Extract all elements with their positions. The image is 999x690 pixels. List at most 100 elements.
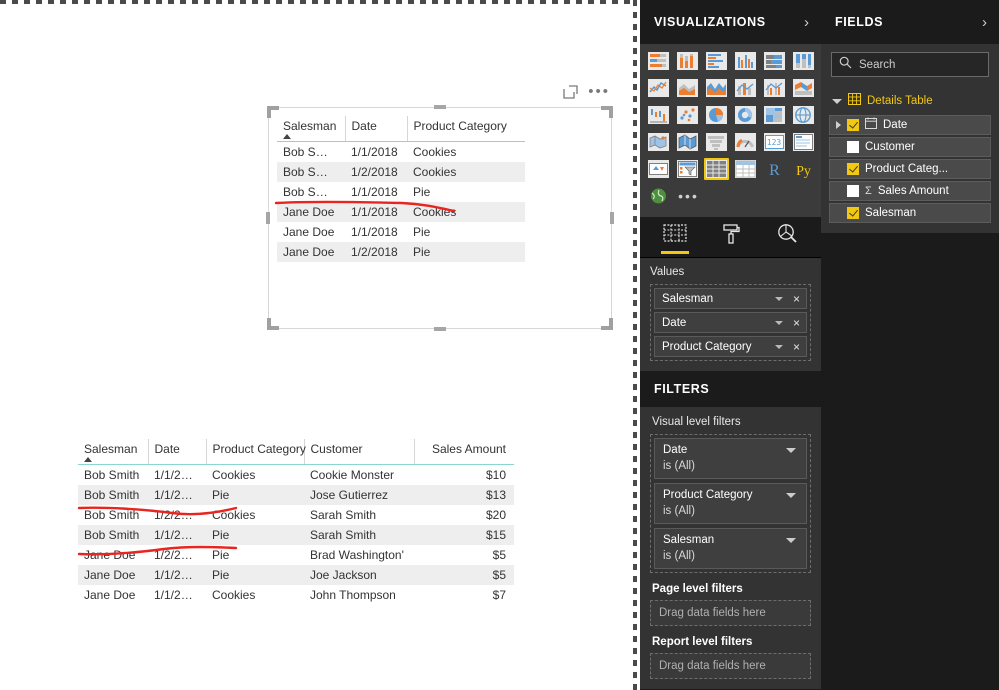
pie-chart-icon[interactable] [704, 104, 729, 126]
field-checkbox[interactable] [847, 141, 859, 153]
line-and-clustered-column-chart-icon[interactable] [762, 77, 787, 99]
scatter-chart-icon[interactable] [675, 104, 700, 126]
focus-mode-icon[interactable] [563, 85, 578, 99]
column-header-product-category[interactable]: Product Category [407, 116, 525, 142]
field-checkbox[interactable] [847, 119, 859, 131]
hundred-percent-stacked-column-chart-icon[interactable] [791, 50, 816, 72]
resize-handle-bottom[interactable] [434, 327, 446, 331]
stacked-column-chart-icon[interactable] [675, 50, 700, 72]
chevron-down-icon[interactable] [832, 98, 842, 104]
more-options-icon[interactable]: ••• [588, 84, 610, 99]
values-chip-date[interactable]: Date × [654, 312, 807, 333]
column-header-product-category[interactable]: Product Category [206, 439, 306, 465]
table-row[interactable]: Bob Smith 1/2/2018 Cookies Sarah Smith $20 [78, 505, 514, 525]
table-visual[interactable]: ••• Salesman Date Product Category Bob Smi… [266, 84, 614, 331]
format-tab[interactable] [714, 221, 748, 253]
field-row-customer[interactable]: Customer [829, 137, 991, 157]
remove-field-icon[interactable]: × [792, 317, 801, 329]
python-visual-icon[interactable]: Py [791, 158, 816, 180]
table-row[interactable]: Bob Smith 1/1/2018 Cookies [277, 142, 525, 163]
fields-search-box[interactable]: Search [831, 52, 989, 77]
stacked-bar-chart-icon[interactable] [646, 50, 671, 72]
table-row[interactable]: Bob Smith 1/1/2018 Pie Jose Gutierrez $13 [78, 485, 514, 505]
visual-level-filters-group[interactable]: Date is (All) Product Category is (All) Sale… [650, 434, 811, 573]
line-chart-icon[interactable] [646, 77, 671, 99]
detail-table-container[interactable]: Salesman Date Product Category Customer Sale… [78, 439, 514, 605]
column-header-date[interactable]: Date [345, 116, 408, 142]
chevron-down-icon[interactable] [786, 492, 796, 498]
slicer-icon[interactable] [675, 158, 700, 180]
chevron-down-icon[interactable] [786, 537, 796, 543]
chevron-right-icon[interactable]: › [804, 15, 809, 30]
arcgis-maps-icon[interactable] [646, 185, 671, 207]
shape-map-icon[interactable] [675, 131, 700, 153]
field-checkbox[interactable] [847, 207, 859, 219]
search-input[interactable]: Search [859, 59, 895, 71]
ribbon-chart-icon[interactable] [791, 77, 816, 99]
chevron-down-icon[interactable] [786, 447, 796, 453]
field-checkbox[interactable] [847, 185, 859, 197]
resize-handle-bottom-right[interactable] [601, 318, 613, 330]
detail-data-table[interactable]: Salesman Date Product Category Customer Sale… [78, 439, 514, 605]
column-header-date[interactable]: Date [148, 439, 207, 465]
table-row[interactable]: Bob Smith 1/2/2018 Cookies [277, 162, 525, 182]
chevron-right-icon[interactable]: › [982, 15, 987, 30]
stacked-area-chart-icon[interactable] [704, 77, 729, 99]
donut-chart-icon[interactable] [733, 104, 758, 126]
fields-table-node[interactable]: Details Table [829, 89, 991, 115]
values-chip-salesman[interactable]: Salesman × [654, 288, 807, 309]
resize-handle-top[interactable] [434, 105, 446, 109]
table-row[interactable]: Bob Smith 1/1/2018 Cookies Cookie Monster $1… [78, 465, 514, 486]
resize-handle-left[interactable] [266, 212, 270, 224]
chevron-down-icon[interactable] [775, 344, 783, 349]
clustered-bar-chart-icon[interactable] [704, 50, 729, 72]
treemap-icon[interactable] [762, 104, 787, 126]
table-row[interactable]: Jane Doe 1/1/2018 Cookies [277, 202, 525, 222]
line-and-stacked-column-chart-icon[interactable] [733, 77, 758, 99]
table-row[interactable]: Jane Doe 1/1/2018 Pie Joe Jackson $5 [78, 565, 514, 585]
resize-handle-bottom-left[interactable] [267, 318, 279, 330]
filled-map-icon[interactable] [646, 131, 671, 153]
field-row-product-categ[interactable]: Product Categ... [829, 159, 991, 179]
table-row[interactable]: Jane Doe 1/1/2018 Cookies John Thompson $7 [78, 585, 514, 605]
filter-card-date[interactable]: Date is (All) [654, 438, 807, 479]
values-chip-product-category[interactable]: Product Category × [654, 336, 807, 357]
more-visuals-icon[interactable]: ••• [675, 185, 702, 207]
remove-field-icon[interactable]: × [792, 341, 801, 353]
map-icon[interactable] [791, 104, 816, 126]
column-header-customer[interactable]: Customer [304, 439, 415, 465]
kpi-icon[interactable] [646, 158, 671, 180]
table-icon[interactable] [704, 158, 729, 180]
analytics-tab[interactable] [770, 221, 804, 253]
column-header-salesman[interactable]: Salesman [277, 116, 346, 142]
filter-card-salesman[interactable]: Salesman is (All) [654, 528, 807, 569]
table-row[interactable]: Bob Smith 1/1/2018 Pie [277, 182, 525, 202]
table-row[interactable]: Jane Doe 1/2/2018 Pie [277, 242, 525, 262]
area-chart-icon[interactable] [675, 77, 700, 99]
resize-handle-top-right[interactable] [601, 106, 613, 118]
column-header-salesman[interactable]: Salesman [78, 439, 149, 465]
field-row-salesman[interactable]: Salesman [829, 203, 991, 223]
chevron-right-icon[interactable] [836, 121, 841, 129]
visual-data-table[interactable]: Salesman Date Product Category Bob Smith 1/… [277, 116, 525, 262]
values-well-dropzone[interactable]: Salesman × Date × Product Category × [650, 284, 811, 361]
report-level-filters-dropzone[interactable]: Drag data fields here [650, 653, 811, 679]
waterfall-chart-icon[interactable] [646, 104, 671, 126]
column-header-sales-amount[interactable]: Sales Amount [414, 439, 514, 465]
field-checkbox[interactable] [847, 163, 859, 175]
report-canvas[interactable]: ••• Salesman Date Product Category Bob Smi… [0, 0, 637, 690]
chevron-down-icon[interactable] [775, 320, 783, 325]
matrix-icon[interactable] [733, 158, 758, 180]
funnel-chart-icon[interactable] [704, 131, 729, 153]
gauge-icon[interactable] [733, 131, 758, 153]
field-row-date[interactable]: Date [829, 115, 991, 135]
hundred-percent-stacked-bar-chart-icon[interactable] [762, 50, 787, 72]
fields-tab[interactable] [658, 221, 692, 254]
r-script-visual-icon[interactable]: R [762, 158, 787, 180]
remove-field-icon[interactable]: × [792, 293, 801, 305]
card-icon[interactable]: 123 [762, 131, 787, 153]
resize-handle-right[interactable] [610, 212, 614, 224]
clustered-column-chart-icon[interactable] [733, 50, 758, 72]
chevron-down-icon[interactable] [775, 296, 783, 301]
page-level-filters-dropzone[interactable]: Drag data fields here [650, 600, 811, 626]
